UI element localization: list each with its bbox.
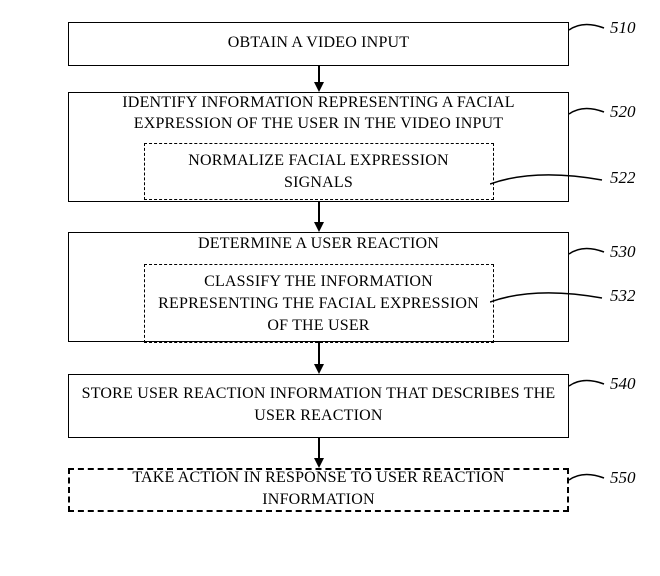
flowchart: OBTAIN A VIDEO INPUT 510 IDENTIFY INFORM…	[0, 0, 660, 576]
step-540: STORE USER REACTION INFORMATION THAT DES…	[68, 374, 569, 438]
step-530: DETERMINE A USER REACTION CLASSIFY THE I…	[68, 232, 569, 342]
leader-532	[490, 290, 610, 314]
label-532: 532	[610, 286, 636, 306]
leader-522	[490, 172, 610, 196]
step-510: OBTAIN A VIDEO INPUT	[68, 22, 569, 66]
label-522: 522	[610, 168, 636, 188]
leader-540	[569, 378, 611, 398]
leader-510	[569, 22, 611, 42]
substep-522-text: NORMALIZE FACIAL EXPRESSION SIGNALS	[188, 152, 449, 191]
step-510-text: OBTAIN A VIDEO INPUT	[228, 32, 410, 54]
substep-532-text: CLASSIFY THE INFORMATION REPRESENTING TH…	[158, 273, 479, 333]
step-520-text: IDENTIFY INFORMATION REPRESENTING A FACI…	[79, 92, 558, 135]
label-530: 530	[610, 242, 636, 262]
step-550-text: TAKE ACTION IN RESPONSE TO USER REACTION…	[80, 467, 557, 510]
label-550: 550	[610, 468, 636, 488]
label-520: 520	[610, 102, 636, 122]
step-540-text: STORE USER REACTION INFORMATION THAT DES…	[79, 383, 558, 426]
leader-520	[569, 106, 611, 126]
leader-530	[569, 246, 611, 266]
label-540: 540	[610, 374, 636, 394]
substep-532: CLASSIFY THE INFORMATION REPRESENTING TH…	[144, 264, 494, 343]
substep-522: NORMALIZE FACIAL EXPRESSION SIGNALS	[144, 143, 494, 200]
leader-550	[569, 472, 611, 492]
step-550: TAKE ACTION IN RESPONSE TO USER REACTION…	[68, 468, 569, 512]
step-530-text: DETERMINE A USER REACTION	[198, 233, 439, 255]
label-510: 510	[610, 18, 636, 38]
